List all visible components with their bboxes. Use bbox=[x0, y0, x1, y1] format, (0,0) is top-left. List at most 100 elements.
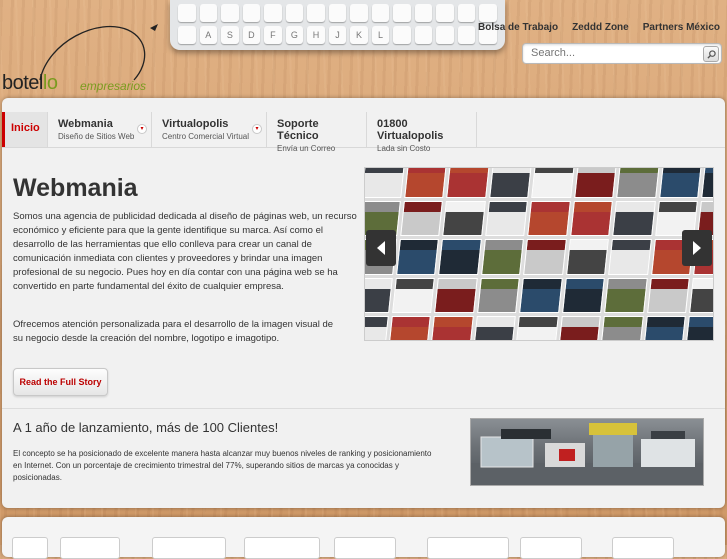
search-box bbox=[522, 43, 722, 64]
keyboard-key bbox=[393, 26, 411, 44]
website-thumbnail bbox=[515, 316, 559, 340]
chevron-down-icon[interactable]: ▾ bbox=[137, 124, 147, 134]
keyboard-key: F bbox=[264, 26, 282, 44]
keyboard-key: A bbox=[199, 26, 218, 44]
website-thumbnail bbox=[387, 316, 431, 340]
website-thumbnail bbox=[476, 277, 521, 314]
keyboard-key bbox=[178, 4, 196, 22]
keyboard-key bbox=[307, 4, 325, 22]
hero-title: Webmania bbox=[13, 174, 138, 202]
website-thumbnail bbox=[608, 239, 652, 275]
website-thumbnails-image bbox=[365, 168, 713, 340]
hero-paragraph-2: Ofrecemos atención personalizada para el… bbox=[13, 319, 334, 344]
website-thumbnail bbox=[616, 168, 660, 198]
website-thumbnail bbox=[565, 239, 610, 275]
top-link-partners[interactable]: Partners México bbox=[636, 22, 727, 33]
website-thumbnail bbox=[472, 316, 516, 340]
logo-name-part2: lo bbox=[42, 72, 58, 94]
nav-item-webmania[interactable]: Webmania Diseño de Sitios Web ▾ bbox=[48, 112, 152, 147]
slider-prev-button[interactable] bbox=[366, 230, 396, 266]
chevron-down-icon[interactable]: ▾ bbox=[252, 124, 262, 134]
website-thumbnail bbox=[434, 277, 478, 314]
keyboard-key bbox=[479, 4, 497, 22]
website-thumbnail bbox=[365, 168, 405, 198]
main-nav: Inicio Webmania Diseño de Sitios Web ▾ V… bbox=[2, 112, 725, 153]
website-thumbnail bbox=[430, 316, 474, 340]
website-thumbnail bbox=[561, 277, 606, 314]
website-thumbnail bbox=[446, 168, 490, 198]
partner-logo[interactable] bbox=[612, 537, 674, 559]
arrow-left-icon bbox=[377, 241, 385, 255]
main-panel: Inicio Webmania Diseño de Sitios Web ▾ V… bbox=[2, 98, 725, 508]
website-thumbnail bbox=[365, 316, 389, 340]
website-thumbnail bbox=[642, 316, 687, 340]
website-thumbnail bbox=[574, 168, 618, 198]
top-link-bolsa[interactable]: Bolsa de Trabajo bbox=[471, 22, 565, 33]
partners-strip bbox=[2, 517, 725, 559]
partner-logo[interactable] bbox=[520, 537, 582, 559]
nav-item-01800[interactable]: 01800 Virtualopolis Lada sin Costo bbox=[367, 112, 477, 153]
partner-logo[interactable] bbox=[60, 537, 120, 559]
nav-title: 01800 Virtualopolis bbox=[377, 118, 444, 142]
top-links: Bolsa de Trabajo Zeddd Zone Partners Méx… bbox=[471, 22, 727, 33]
nav-item-virtualopolis[interactable]: Virtualopolis Centro Comercial Virtual ▾ bbox=[152, 112, 267, 147]
partner-logo[interactable] bbox=[12, 537, 48, 559]
website-thumbnail bbox=[403, 168, 448, 198]
logo-tagline: empresarios bbox=[80, 79, 147, 93]
website-thumbnail bbox=[600, 316, 644, 340]
arrow-right-icon bbox=[693, 241, 701, 255]
partner-logo[interactable] bbox=[427, 537, 509, 559]
keyboard-key bbox=[221, 4, 239, 22]
website-thumbnail bbox=[519, 277, 563, 314]
website-thumbnail bbox=[480, 239, 525, 275]
website-thumbnail bbox=[484, 200, 529, 237]
keyboard-key: L bbox=[371, 26, 390, 44]
hero-section: Webmania Somos una agencia de publicidad… bbox=[2, 158, 725, 408]
top-link-zeddd[interactable]: Zeddd Zone bbox=[565, 22, 636, 33]
keyboard-key bbox=[436, 4, 454, 22]
read-full-story-button[interactable]: Read the Full Story bbox=[13, 368, 108, 396]
nav-title: Inicio bbox=[11, 122, 40, 134]
search-input[interactable] bbox=[529, 46, 693, 60]
site-logo[interactable]: botello empresarios bbox=[2, 24, 172, 100]
keyboard-key bbox=[328, 4, 347, 22]
keyboard-key bbox=[178, 26, 196, 44]
keyboard-key bbox=[414, 26, 433, 44]
image-slider bbox=[364, 167, 714, 341]
hero-paragraph-1: Somos una agencia de publicidad dedicada… bbox=[13, 211, 357, 292]
logo-swoosh-icon bbox=[39, 24, 158, 81]
website-thumbnail bbox=[365, 277, 393, 314]
website-thumbnail bbox=[399, 200, 444, 237]
search-button[interactable] bbox=[703, 46, 719, 62]
website-thumbnail bbox=[604, 277, 648, 314]
nav-item-inicio[interactable]: Inicio bbox=[2, 112, 48, 147]
website-thumbnail bbox=[557, 316, 602, 340]
nav-subtitle: Centro Comercial Virtual bbox=[162, 132, 249, 141]
website-thumbnail bbox=[488, 168, 533, 198]
keyboard-key: D bbox=[242, 26, 261, 44]
website-thumbnail bbox=[395, 239, 439, 275]
partner-logo[interactable] bbox=[244, 537, 320, 559]
nav-item-soporte[interactable]: Soporte Técnico Envía un Correo bbox=[267, 112, 367, 153]
website-thumbnail bbox=[612, 200, 656, 237]
website-thumbnail bbox=[689, 277, 713, 314]
nav-subtitle: Envía un Correo bbox=[277, 144, 336, 153]
website-thumbnail bbox=[442, 200, 486, 237]
partner-logo[interactable] bbox=[152, 537, 226, 559]
keyboard-key bbox=[242, 4, 261, 22]
partner-logo[interactable] bbox=[334, 537, 396, 559]
keyboard-key bbox=[285, 4, 304, 22]
section-text: El concepto se ha posicionado de excelen… bbox=[13, 449, 432, 482]
keyboard-key bbox=[371, 4, 390, 22]
keyboard-key bbox=[436, 26, 454, 44]
website-thumbnail bbox=[523, 239, 567, 275]
website-thumbnail bbox=[438, 239, 482, 275]
exhibition-stand-image bbox=[470, 418, 704, 486]
keyboard-key bbox=[264, 4, 282, 22]
keyboard-key bbox=[350, 4, 368, 22]
keyboard-key: J bbox=[328, 26, 347, 44]
keyboard-photo: ASDFGHJKL bbox=[170, 0, 505, 50]
slider-next-button[interactable] bbox=[682, 230, 712, 266]
keyboard-key: S bbox=[221, 26, 239, 44]
section-divider bbox=[2, 408, 725, 409]
